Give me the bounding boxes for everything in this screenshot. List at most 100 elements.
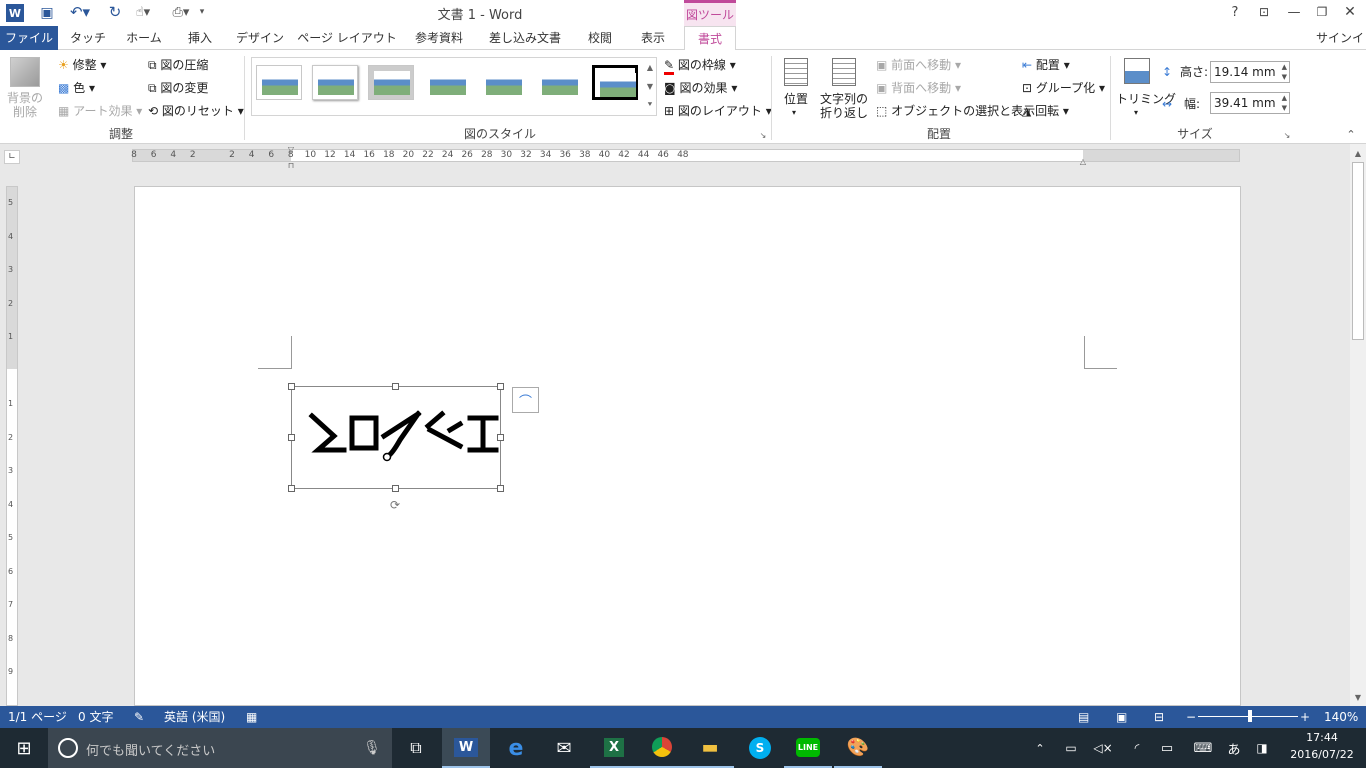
scroll-up-icon[interactable]: ▲ — [1350, 146, 1366, 160]
close-icon[interactable]: ✕ — [1340, 3, 1360, 21]
taskbar-edge-icon[interactable]: e — [492, 728, 540, 768]
tray-overflow-icon[interactable]: ⌃ — [1030, 736, 1050, 760]
wrap-text-line2[interactable]: 折り返し — [820, 105, 868, 121]
undo-icon[interactable]: ↶▾ — [66, 3, 94, 21]
quick-access-icon[interactable]: ⎙▾ — [168, 3, 194, 21]
tab-view[interactable]: 表示 — [630, 26, 676, 50]
resize-handle-tr[interactable] — [497, 383, 504, 390]
left-indent-icon[interactable]: ⊓ — [286, 159, 296, 171]
microphone-icon[interactable]: 🎙 — [362, 738, 382, 758]
tab-mailings[interactable]: 差し込み文書 — [480, 26, 570, 50]
gallery-down-icon[interactable]: ▼ — [644, 77, 656, 95]
artistic-effects-button[interactable]: ▦ アート効果 ▾ — [58, 103, 142, 119]
restore-icon[interactable]: ❐ — [1312, 3, 1332, 21]
customize-qat-icon[interactable]: ▾ — [196, 3, 208, 21]
style-thumb-1[interactable] — [256, 65, 302, 100]
zoom-in-icon[interactable]: + — [1300, 706, 1310, 728]
signin-link[interactable]: サインイン — [1316, 26, 1366, 69]
zoom-slider-thumb[interactable] — [1248, 710, 1252, 722]
style-thumb-3[interactable] — [368, 65, 414, 100]
clock-date[interactable]: 2016/07/22 — [1290, 748, 1354, 761]
taskbar-chrome-icon[interactable] — [638, 728, 686, 768]
tab-touch[interactable]: タッチ — [64, 26, 112, 50]
scroll-thumb[interactable] — [1352, 162, 1364, 340]
color-button[interactable]: ▩ 色 ▾ — [58, 80, 95, 96]
resize-handle-bm[interactable] — [392, 485, 399, 492]
scroll-down-icon[interactable]: ▼ — [1350, 690, 1366, 704]
proofing-icon[interactable]: ✎ — [134, 706, 144, 728]
style-thumb-6[interactable] — [536, 65, 582, 100]
ime-indicator[interactable]: あ — [1224, 736, 1244, 760]
redo-icon[interactable]: ↻ — [106, 3, 124, 21]
picture-border-button[interactable]: ✎ 図の枠線 ▾ — [664, 57, 736, 75]
rotate-handle-icon[interactable]: ⟳ — [388, 498, 402, 512]
taskbar-mail-icon[interactable]: ✉ — [540, 728, 588, 768]
tab-page-layout[interactable]: ページ レイアウト — [296, 26, 398, 50]
tab-design[interactable]: デザイン — [232, 26, 288, 50]
rotate-button[interactable]: ◮ 回転 ▾ — [1022, 103, 1069, 119]
right-indent-icon[interactable]: △ — [1078, 157, 1088, 166]
minimize-icon[interactable]: — — [1284, 3, 1304, 21]
ime-mode-icon[interactable]: ◨ — [1252, 736, 1272, 760]
spin-arrows-icon[interactable]: ▲ ▼ — [1282, 62, 1287, 82]
taskbar-paint-icon[interactable]: 🎨 — [834, 728, 882, 768]
reset-picture-button[interactable]: ⟲ 図のリセット ▾ — [148, 103, 244, 119]
styles-dialog-launcher-icon[interactable]: ↘ — [758, 130, 768, 140]
touch-mode-icon[interactable]: ☝▾ — [130, 3, 156, 21]
style-thumb-4[interactable] — [424, 65, 470, 100]
resize-handle-br[interactable] — [497, 485, 504, 492]
read-mode-icon[interactable]: ▤ — [1078, 706, 1089, 728]
start-button[interactable]: ⊞ — [0, 728, 48, 768]
word-app-icon[interactable]: W — [6, 4, 24, 22]
clock-time[interactable]: 17:44 — [1290, 731, 1354, 744]
web-layout-icon[interactable]: ⊟ — [1154, 706, 1164, 728]
size-dialog-launcher-icon[interactable]: ↘ — [1282, 130, 1292, 140]
resize-handle-tm[interactable] — [392, 383, 399, 390]
resize-handle-tl[interactable] — [288, 383, 295, 390]
gallery-more-icon[interactable]: ⯆ — [644, 96, 656, 114]
ribbon-display-icon[interactable]: ⊡ — [1254, 3, 1274, 21]
word-count[interactable]: 0 文字 — [78, 706, 113, 728]
wifi-icon[interactable]: ◜ — [1126, 736, 1148, 760]
group-button[interactable]: ⊡ グループ化 ▾ — [1022, 80, 1105, 96]
tab-references[interactable]: 参考資料 — [406, 26, 472, 50]
macro-icon[interactable]: ▦ — [246, 706, 257, 728]
corrections-button[interactable]: ☀ 修整 ▾ — [58, 57, 106, 73]
battery-icon[interactable]: ▭ — [1060, 736, 1082, 760]
resize-handle-mr[interactable] — [497, 434, 504, 441]
style-thumb-2[interactable] — [312, 65, 358, 100]
resize-handle-bl[interactable] — [288, 485, 295, 492]
spin-arrows-icon[interactable]: ▲ ▼ — [1282, 93, 1287, 113]
taskbar-explorer-icon[interactable]: ▬ — [686, 728, 734, 768]
tab-insert[interactable]: 挿入 — [176, 26, 224, 50]
taskbar-excel-icon[interactable]: X — [590, 728, 638, 768]
save-icon[interactable]: ▣ — [38, 4, 56, 22]
tab-home[interactable]: ホーム — [120, 26, 168, 50]
keyboard-icon[interactable]: ⌨ — [1190, 736, 1216, 760]
send-backward-button[interactable]: ▣ 背面へ移動 ▾ — [876, 80, 961, 96]
height-input[interactable]: 19.14 mm ▲ ▼ — [1210, 61, 1290, 83]
taskbar-word-icon[interactable]: W — [442, 728, 490, 768]
width-input[interactable]: 39.41 mm ▲ ▼ — [1210, 92, 1290, 114]
zoom-out-icon[interactable]: − — [1186, 706, 1196, 728]
language-indicator[interactable]: 英語 (米国) — [164, 706, 225, 728]
tab-format[interactable]: 書式 — [684, 26, 736, 51]
picture-effects-button[interactable]: ◙ 図の効果 ▾ — [664, 80, 737, 96]
tab-review[interactable]: 校閲 — [578, 26, 622, 50]
remove-background-button[interactable]: 背景の 削除 — [4, 91, 46, 119]
compress-pictures-button[interactable]: ⧉ 図の圧縮 — [148, 57, 208, 73]
change-picture-button[interactable]: ⧉ 図の変更 — [148, 80, 208, 96]
help-button[interactable]: ? — [1226, 3, 1244, 21]
collapse-ribbon-icon[interactable]: ⌃ — [1344, 127, 1358, 141]
resize-handle-ml[interactable] — [288, 434, 295, 441]
page-count[interactable]: 1/1 ページ — [8, 706, 67, 728]
taskbar-skype-icon[interactable]: S — [736, 728, 784, 768]
picture-layout-button[interactable]: ⊞ 図のレイアウト ▾ — [664, 103, 772, 119]
first-line-indent-icon[interactable]: ▽ — [286, 145, 296, 154]
taskbar-line-icon[interactable]: LINE — [784, 728, 832, 768]
bring-forward-button[interactable]: ▣ 前面へ移動 ▾ — [876, 57, 961, 73]
style-thumb-7[interactable] — [592, 65, 638, 100]
align-button[interactable]: ⇤ 配置 ▾ — [1022, 57, 1070, 73]
selection-pane-button[interactable]: ⬚ オブジェクトの選択と表示 — [876, 103, 1035, 119]
layout-options-icon[interactable]: ⌒ — [512, 387, 539, 413]
